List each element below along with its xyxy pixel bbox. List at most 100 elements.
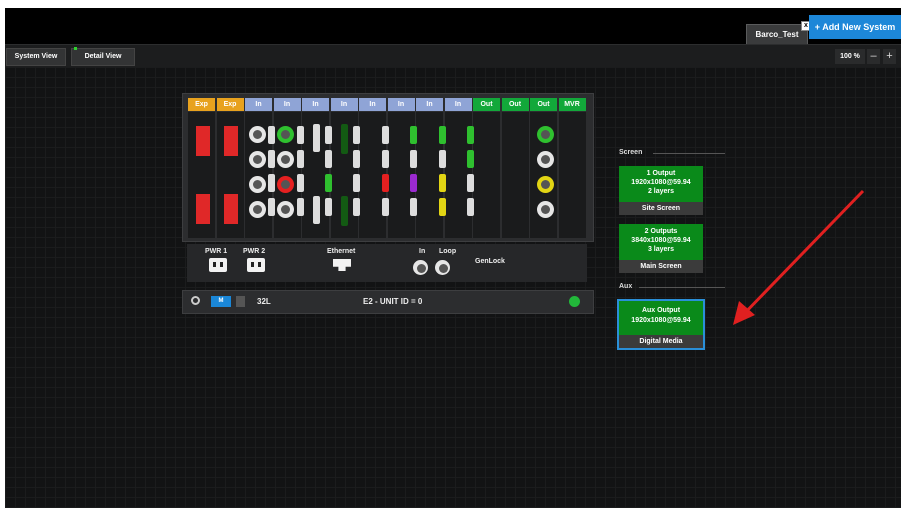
- screen-destination-site[interactable]: 1 Output 1920x1080@59.94 2 layers Site S…: [619, 166, 703, 215]
- genlock-loop-label: Loop: [439, 248, 457, 255]
- port-connector-icon[interactable]: [439, 150, 446, 168]
- displayport-port-icon[interactable]: [341, 196, 348, 226]
- screen-resolution: 1920x1080@59.94: [631, 179, 691, 186]
- lock-icon[interactable]: [236, 296, 245, 307]
- zoom-out-button[interactable]: –: [867, 49, 880, 64]
- bnc-connector-icon[interactable]: [277, 201, 294, 218]
- port-connector-icon[interactable]: [268, 174, 275, 192]
- slot-header-9: In: [444, 98, 472, 111]
- port-connector-icon[interactable]: [382, 150, 389, 168]
- rear-panel: PWR 1 PWR 2 Ethernet In Loop GenLock: [187, 244, 587, 282]
- port-connector-icon[interactable]: [467, 198, 474, 216]
- port-connector-icon[interactable]: [268, 150, 275, 168]
- slot-card-10[interactable]: [473, 112, 500, 238]
- settings-gear-icon[interactable]: [191, 296, 200, 305]
- slot-header-3: In: [273, 98, 301, 111]
- system-view-label: System View: [14, 53, 58, 60]
- app-window: Barco_Test x + Add New System System Vie…: [5, 8, 901, 508]
- aux-resolution: 1920x1080@59.94: [631, 317, 691, 324]
- port-connector-icon[interactable]: [353, 198, 360, 216]
- port-connector-icon[interactable]: [410, 198, 417, 216]
- port-connector-icon[interactable]: [439, 174, 446, 192]
- port-connector-icon[interactable]: [382, 126, 389, 144]
- add-new-system-button[interactable]: + Add New System: [809, 15, 901, 39]
- expansion-card-icon: [196, 126, 210, 156]
- slot-header-13: MVR: [558, 98, 586, 111]
- aux-destination-digital-media[interactable]: Aux Output 1920x1080@59.94 Digital Media: [619, 301, 703, 348]
- port-connector-icon[interactable]: [325, 174, 332, 192]
- bnc-connector-active-icon[interactable]: [277, 176, 294, 193]
- slot-header-7: In: [387, 98, 415, 111]
- port-connector-icon[interactable]: [467, 126, 474, 144]
- slot-header-11: Out: [501, 98, 529, 111]
- bnc-connector-icon[interactable]: [277, 151, 294, 168]
- port-connector-icon[interactable]: [410, 150, 417, 168]
- screen-name: Site Screen: [619, 202, 703, 215]
- port-connector-icon[interactable]: [325, 126, 332, 144]
- bnc-output-active-icon[interactable]: [537, 126, 554, 143]
- port-connector-icon[interactable]: [467, 150, 474, 168]
- port-connector-icon[interactable]: [382, 198, 389, 216]
- screen-destination-main[interactable]: 2 Outputs 3840x1080@59.94 3 layers Main …: [619, 224, 703, 273]
- slot-header-2: In: [245, 98, 272, 111]
- aux-section-title: Aux: [619, 283, 633, 290]
- genlock-in-connector-icon[interactable]: [413, 260, 428, 275]
- bnc-connector-active-icon[interactable]: [277, 126, 294, 143]
- system-view-button[interactable]: System View: [6, 48, 66, 66]
- screen-output-count: 1 Output: [646, 170, 676, 177]
- connection-status-icon: [569, 296, 580, 307]
- chassis-card[interactable]: Exp Exp In In In In In In In In Out Out Out MVR PWR 1…: [182, 93, 594, 282]
- slot-header-5: In: [330, 98, 358, 111]
- port-connector-icon[interactable]: [353, 174, 360, 192]
- mode-badge[interactable]: M: [211, 296, 231, 307]
- port-connector-icon[interactable]: [325, 150, 332, 168]
- port-connector-icon[interactable]: [410, 174, 417, 192]
- displayport-port-icon[interactable]: [341, 124, 348, 154]
- zoom-in-button[interactable]: +: [883, 49, 896, 64]
- port-connector-icon[interactable]: [467, 174, 474, 192]
- annotation-arrow-icon: [733, 189, 865, 325]
- section-divider: [653, 153, 725, 154]
- detail-view-label: Detail View: [84, 53, 122, 60]
- system-tab[interactable]: Barco_Test x: [746, 21, 811, 45]
- dvi-port-icon[interactable]: [313, 124, 320, 152]
- genlock-loop-connector-icon[interactable]: [435, 260, 450, 275]
- port-connector-icon[interactable]: [297, 198, 304, 216]
- port-connector-icon[interactable]: [325, 198, 332, 216]
- port-connector-icon[interactable]: [268, 126, 275, 144]
- screen-resolution: 3840x1080@59.94: [631, 237, 691, 244]
- chassis-status-bar: M 32L E2 - UNIT ID = 0: [182, 290, 594, 314]
- bnc-connector-icon[interactable]: [249, 126, 266, 143]
- ethernet-port-icon[interactable]: [333, 259, 351, 271]
- slot-card-13[interactable]: [558, 112, 586, 238]
- bnc-connector-icon[interactable]: [249, 176, 266, 193]
- genlock-in-label: In: [419, 248, 426, 255]
- dvi-port-icon[interactable]: [313, 196, 320, 224]
- port-connector-icon[interactable]: [382, 174, 389, 192]
- slot-card-11[interactable]: [501, 112, 529, 238]
- slot-header-6: In: [359, 98, 386, 111]
- screen-output-count: 2 Outputs: [644, 228, 678, 235]
- detail-view-button[interactable]: Detail View: [71, 47, 135, 66]
- port-connector-icon[interactable]: [410, 126, 417, 144]
- power-outlet-icon: [247, 258, 265, 272]
- screen-layers: 2 layers: [647, 188, 675, 195]
- zoom-level: 100 %: [835, 49, 865, 64]
- bnc-output-icon[interactable]: [537, 201, 554, 218]
- section-divider: [639, 287, 725, 288]
- port-connector-icon[interactable]: [268, 198, 275, 216]
- port-connector-icon[interactable]: [297, 126, 304, 144]
- bnc-connector-icon[interactable]: [249, 201, 266, 218]
- port-connector-icon[interactable]: [353, 150, 360, 168]
- port-connector-icon[interactable]: [439, 198, 446, 216]
- top-bar: Barco_Test x + Add New System: [5, 8, 901, 45]
- port-connector-icon[interactable]: [297, 174, 304, 192]
- port-connector-icon[interactable]: [297, 150, 304, 168]
- aux-name: Digital Media: [619, 335, 703, 348]
- bnc-output-icon[interactable]: [537, 151, 554, 168]
- aux-output-label: Aux Output: [641, 307, 681, 314]
- bnc-output-active-icon[interactable]: [537, 176, 554, 193]
- bnc-connector-icon[interactable]: [249, 151, 266, 168]
- port-connector-icon[interactable]: [353, 126, 360, 144]
- port-connector-icon[interactable]: [439, 126, 446, 144]
